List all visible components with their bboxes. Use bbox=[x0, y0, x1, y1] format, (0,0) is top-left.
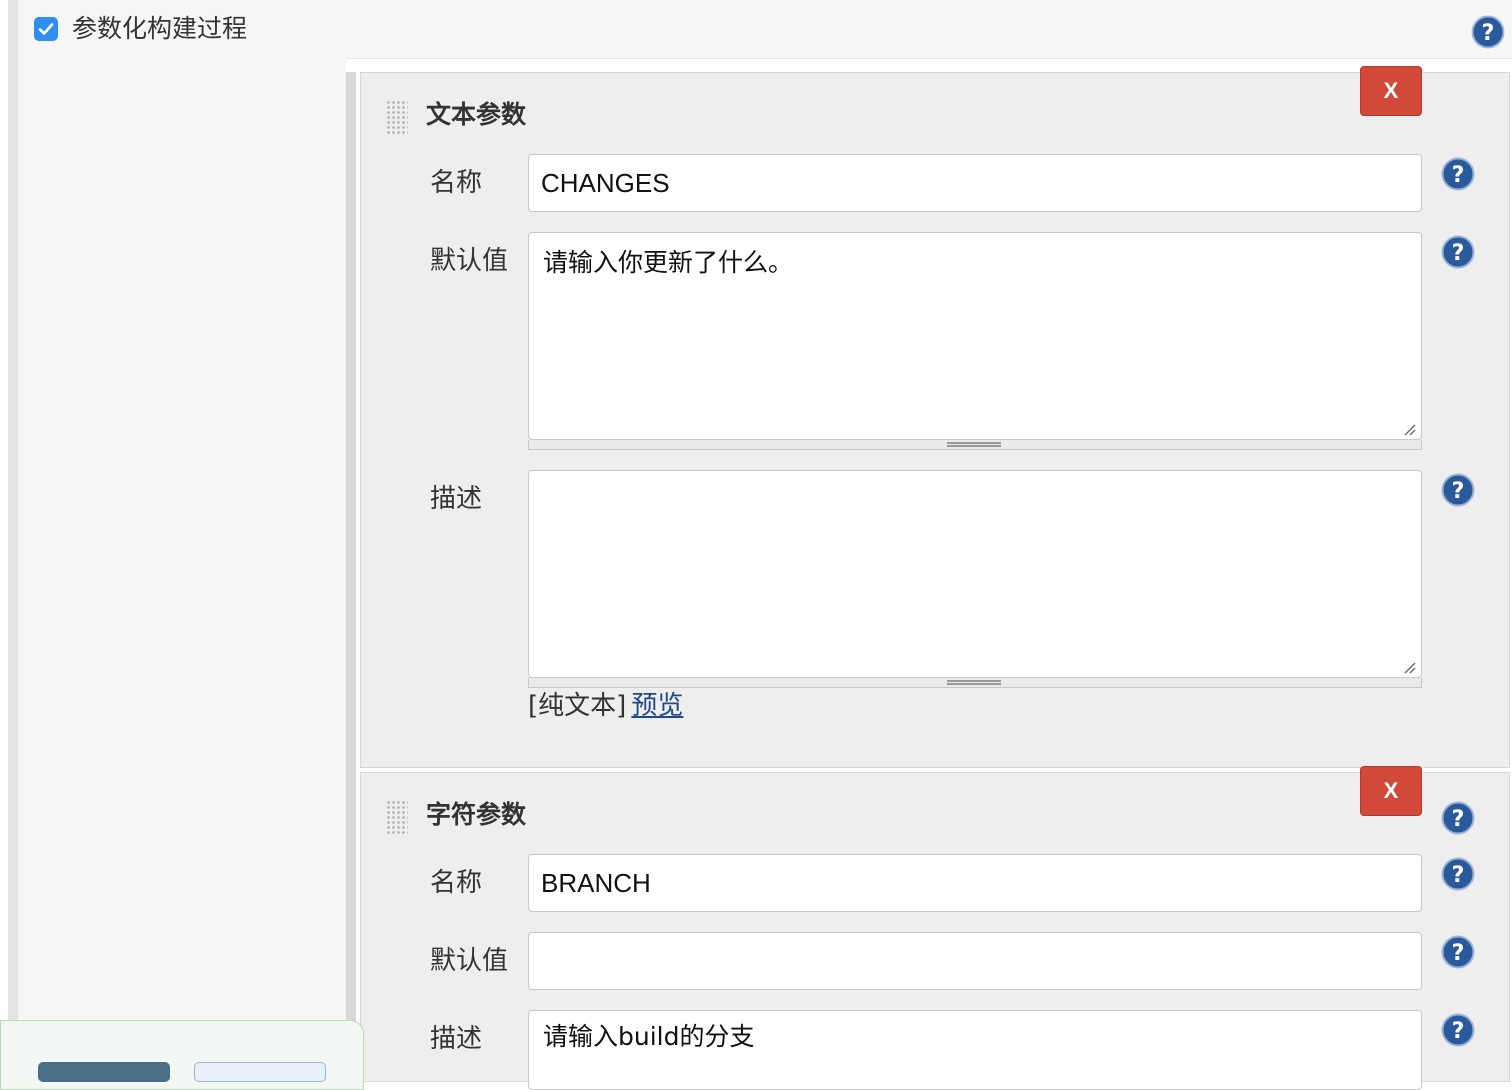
save-button[interactable] bbox=[38, 1062, 170, 1082]
apply-button[interactable] bbox=[194, 1062, 326, 1082]
drag-handle[interactable] bbox=[386, 100, 408, 134]
description-textarea[interactable]: 请输入build的分支 bbox=[528, 1010, 1422, 1090]
resize-corner-icon[interactable] bbox=[1402, 422, 1416, 436]
svg-text:?: ? bbox=[1452, 479, 1465, 504]
svg-text:?: ? bbox=[1452, 941, 1465, 966]
preview-link[interactable]: 预览 bbox=[631, 691, 683, 721]
svg-text:?: ? bbox=[1452, 863, 1465, 888]
parameter-type-title: 字符参数 bbox=[426, 800, 527, 829]
textarea-resize-bar[interactable] bbox=[528, 440, 1422, 450]
help-icon[interactable]: ? bbox=[1441, 1013, 1475, 1047]
default-value-label: 默认值 bbox=[430, 246, 509, 276]
textarea-resize-bar[interactable] bbox=[528, 678, 1422, 688]
panel-divider bbox=[346, 72, 356, 1070]
svg-text:?: ? bbox=[1482, 21, 1495, 46]
description-label: 描述 bbox=[430, 484, 483, 514]
name-label: 名称 bbox=[430, 868, 483, 898]
default-value-textarea[interactable]: 请输入你更新了什么。 bbox=[528, 232, 1422, 440]
help-icon[interactable]: ? bbox=[1441, 801, 1475, 835]
help-icon[interactable]: ? bbox=[1441, 235, 1475, 269]
help-icon[interactable]: ? bbox=[1471, 15, 1505, 49]
name-input[interactable]: BRANCH bbox=[528, 854, 1422, 912]
delete-parameter-button[interactable]: X bbox=[1360, 766, 1422, 816]
description-textarea[interactable] bbox=[528, 470, 1422, 678]
name-input[interactable]: CHANGES bbox=[528, 154, 1422, 212]
svg-text:?: ? bbox=[1452, 163, 1465, 188]
check-icon bbox=[38, 23, 54, 35]
default-value-label: 默认值 bbox=[430, 946, 509, 976]
default-value-input[interactable] bbox=[528, 932, 1422, 990]
help-icon[interactable]: ? bbox=[1441, 935, 1475, 969]
left-gutter bbox=[18, 58, 346, 1070]
description-label: 描述 bbox=[430, 1024, 483, 1054]
svg-text:?: ? bbox=[1452, 241, 1465, 266]
drag-handle[interactable] bbox=[386, 800, 408, 834]
parameter-type-title: 文本参数 bbox=[426, 100, 527, 129]
outer-border bbox=[8, 0, 18, 1070]
svg-text:?: ? bbox=[1452, 807, 1465, 832]
help-icon[interactable]: ? bbox=[1441, 857, 1475, 891]
name-label: 名称 bbox=[430, 168, 483, 198]
help-icon[interactable]: ? bbox=[1441, 157, 1475, 191]
parameterized-build-label[interactable]: 参数化构建过程 bbox=[72, 12, 247, 46]
resize-corner-icon[interactable] bbox=[1402, 660, 1416, 674]
format-row: [纯文本] 预览 bbox=[528, 688, 683, 727]
help-icon[interactable]: ? bbox=[1441, 473, 1475, 507]
svg-text:?: ? bbox=[1452, 1019, 1465, 1044]
plain-text-label: [纯文本] bbox=[528, 691, 627, 721]
delete-parameter-button[interactable]: X bbox=[1360, 66, 1422, 116]
parameterized-build-checkbox[interactable] bbox=[34, 17, 58, 41]
